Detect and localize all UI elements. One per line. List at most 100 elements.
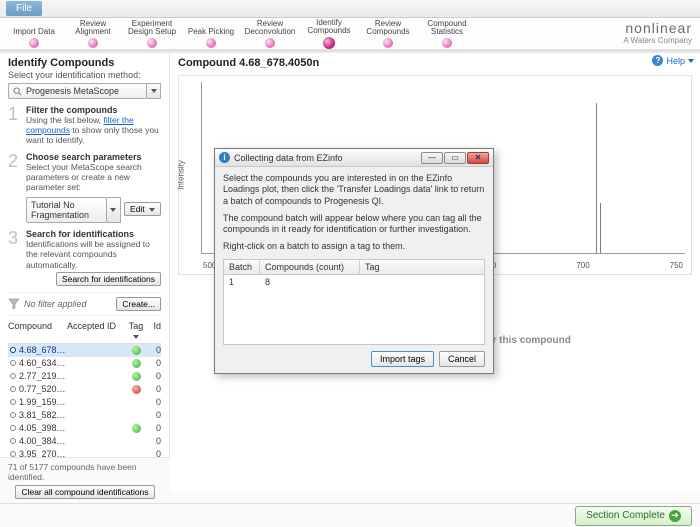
dialog-text-2: The compound batch will appear below whe… [223, 213, 485, 236]
left-panel: Identify Compounds Select your identific… [0, 53, 170, 493]
cell-id: 0 [147, 345, 161, 355]
section-complete-button[interactable]: Section Complete➔ [575, 506, 692, 526]
dialog-text-1: Select the compounds you are interested … [223, 173, 485, 207]
cell-compound: 4.60_634.3798n [19, 358, 67, 368]
menu-bar: File [0, 0, 700, 18]
peak-line [600, 203, 601, 253]
identified-count: 71 of 5177 compounds have been identifie… [8, 462, 162, 482]
table-row[interactable]: 1.99_159.0689n 0 [8, 396, 161, 409]
step-2-title: Choose search parameters [26, 152, 161, 162]
dialog-titlebar[interactable]: i Collecting data from EZinfo — ▭ ✕ [215, 149, 493, 167]
cancel-button[interactable]: Cancel [439, 351, 485, 367]
compound-title: Compound 4.68_678.4050n [178, 57, 692, 69]
step-3-text: Identifications will be assigned to the … [26, 239, 161, 270]
col-compound[interactable]: Compound [8, 321, 67, 341]
batch-row[interactable]: 1 8 [224, 275, 484, 289]
compound-table-header: Compound Accepted ID Tag Id [8, 319, 161, 344]
batch-grid-body[interactable]: 1 8 [223, 275, 485, 345]
edit-button[interactable]: Edit [124, 202, 161, 216]
help-icon: ? [652, 55, 663, 66]
step-3-number: 3 [8, 229, 22, 286]
step-1-number: 1 [8, 105, 22, 146]
tag-dot-icon [132, 385, 141, 394]
table-row[interactable]: 2.77_219.1107n 0 [8, 370, 161, 383]
table-row[interactable]: 0.77_520.1324n 0 [8, 383, 161, 396]
menu-file[interactable]: File [6, 1, 42, 16]
col-id[interactable]: Id [147, 321, 161, 341]
cell-compound: 2.77_219.1107n [19, 371, 67, 381]
cell-compound: 4.05_398.1803n [19, 423, 67, 433]
nav-experiment-design[interactable]: ExperimentDesign Setup [124, 20, 180, 48]
nav-peak-picking[interactable]: Peak Picking [183, 20, 239, 48]
table-row[interactable]: 4.68_678.4050n 0 [8, 344, 161, 357]
arrow-right-icon: ➔ [669, 510, 681, 522]
cell-tag [125, 385, 147, 394]
cell-id: 0 [147, 410, 161, 420]
dialog-title: Collecting data from EZinfo [234, 153, 417, 163]
step-3-title: Search for identifications [26, 229, 161, 239]
filter-status: No filter applied [24, 299, 112, 309]
col-accepted[interactable]: Accepted ID [67, 321, 125, 341]
method-label: Select your identification method: [8, 70, 161, 80]
cell-compound: 4.68_678.4050n [19, 345, 67, 355]
cell-id: 0 [147, 358, 161, 368]
peak-line [596, 103, 597, 253]
nav-compound-statistics[interactable]: CompoundStatistics [419, 20, 475, 48]
tag-dot-icon [132, 346, 141, 355]
nav-import-data[interactable]: Import Data [6, 20, 62, 48]
cell-tag [125, 372, 147, 381]
plot-ylabel: Intensity [177, 160, 186, 190]
search-button[interactable]: Search for identifications [56, 272, 161, 286]
row-bullet-icon [10, 412, 16, 418]
maximize-button[interactable]: ▭ [444, 152, 466, 164]
nav-review-alignment[interactable]: ReviewAlignment [65, 20, 121, 48]
cell-id: 0 [147, 384, 161, 394]
minimize-button[interactable]: — [421, 152, 443, 164]
panel-title: Identify Compounds [8, 57, 161, 69]
nav-identify-compounds[interactable]: IdentifyCompounds [301, 19, 357, 49]
table-row[interactable]: 4.00_384.2002n0 [8, 435, 161, 448]
batch-grid-header: Batch Compounds (count) Tag [223, 259, 485, 275]
param-combo[interactable]: Tutorial No Fragmentation [26, 197, 121, 223]
row-bullet-icon [10, 399, 16, 405]
row-bullet-icon [10, 386, 16, 392]
cell-id: 0 [147, 371, 161, 381]
cell-tag [125, 424, 147, 433]
help-dropdown[interactable]: ?Help [652, 55, 694, 66]
col-tag[interactable]: Tag [125, 321, 147, 341]
tag-dot-icon [132, 372, 141, 381]
table-row[interactable]: 3.81_582.1349n0 [8, 409, 161, 422]
chevron-down-icon[interactable] [147, 83, 161, 99]
app-icon: i [219, 152, 230, 163]
cell-id: 0 [147, 423, 161, 433]
clear-identifications-button[interactable]: Clear all compound identifications [15, 485, 154, 499]
method-combo[interactable]: Progenesis MetaScope [8, 83, 161, 99]
tag-dot-icon [132, 424, 141, 433]
row-bullet-icon [10, 373, 16, 379]
create-filter-button[interactable]: Create... [116, 297, 161, 311]
nav-review-compounds[interactable]: ReviewCompounds [360, 20, 416, 48]
workflow-nav: Import Data ReviewAlignment ExperimentDe… [0, 18, 700, 50]
chevron-down-icon[interactable] [107, 197, 121, 223]
step-2-number: 2 [8, 152, 22, 224]
brand-logo: nonlinear A Waters Company [623, 20, 692, 45]
cell-id: 0 [147, 436, 161, 446]
step-1-title: Filter the compounds [26, 105, 161, 115]
col-compounds-count[interactable]: Compounds (count) [260, 260, 360, 274]
footer-bar: Section Complete➔ [0, 503, 700, 527]
table-row[interactable]: 4.05_398.1803n 0 [8, 422, 161, 435]
table-row[interactable]: 4.60_634.3798n 0 [8, 357, 161, 370]
cell-compound: 0.77_520.1324n [19, 384, 67, 394]
row-bullet-icon [10, 347, 16, 353]
col-batch[interactable]: Batch [224, 260, 260, 274]
col-batch-tag[interactable]: Tag [360, 260, 484, 274]
cell-id: 0 [147, 397, 161, 407]
import-tags-button[interactable]: Import tags [371, 351, 434, 367]
close-button[interactable]: ✕ [467, 152, 489, 164]
step-1-text: Using the list below, filter the compoun… [26, 115, 161, 146]
tag-dot-icon [132, 359, 141, 368]
cell-tag [125, 346, 147, 355]
funnel-icon[interactable] [8, 298, 20, 310]
nav-review-deconvolution[interactable]: ReviewDeconvolution [242, 20, 298, 48]
cell-compound: 1.99_159.0689n [19, 397, 67, 407]
